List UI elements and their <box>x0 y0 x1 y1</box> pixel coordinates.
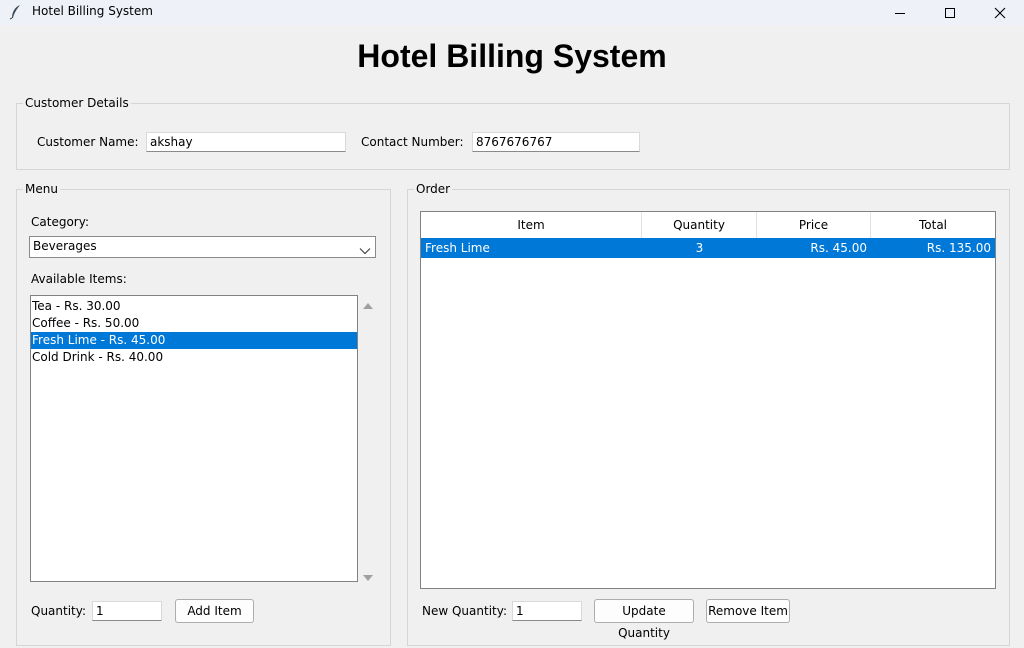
feather-icon <box>9 4 23 20</box>
column-header-quantity[interactable]: Quantity <box>642 212 757 238</box>
order-table-header: Item Quantity Price Total <box>421 212 995 238</box>
new-quantity-label: New Quantity: <box>422 604 508 618</box>
list-item[interactable]: Coffee - Rs. 50.00 <box>31 315 357 332</box>
row-price: Rs. 45.00 <box>810 241 867 255</box>
update-quantity-button[interactable]: Update Quantity <box>594 599 694 640</box>
customer-name-label: Customer Name: <box>37 135 139 149</box>
list-item-selected[interactable]: Fresh Lime - Rs. 45.00 <box>31 332 357 349</box>
maximize-button[interactable] <box>926 0 974 25</box>
window-title: Hotel Billing System <box>32 4 153 18</box>
chevron-down-icon <box>359 242 371 261</box>
scroll-up-arrow-icon[interactable] <box>362 299 374 313</box>
quantity-label: Quantity: <box>31 604 87 618</box>
new-quantity-field[interactable]: 1 <box>512 601 582 621</box>
customer-details-legend: Customer Details <box>25 96 129 110</box>
minimize-icon <box>895 12 905 14</box>
row-total: Rs. 135.00 <box>926 241 991 255</box>
contact-number-label: Contact Number: <box>361 135 464 149</box>
order-table[interactable]: Item Quantity Price Total Fresh Lime 3 R… <box>420 211 996 589</box>
maximize-icon <box>945 7 955 18</box>
category-value: Beverages <box>33 239 97 253</box>
available-items-list[interactable]: Tea - Rs. 30.00 Coffee - Rs. 50.00 Fresh… <box>30 295 358 582</box>
row-quantity: 3 <box>695 241 704 255</box>
column-header-item[interactable]: Item <box>421 212 642 238</box>
category-label: Category: <box>31 215 89 229</box>
contact-number-field[interactable]: 8767676767 <box>472 132 640 152</box>
minimize-button[interactable] <box>876 0 924 25</box>
row-item: Fresh Lime <box>425 241 490 255</box>
order-legend: Order <box>416 182 451 196</box>
table-row[interactable]: Fresh Lime 3 Rs. 45.00 Rs. 135.00 <box>421 238 995 258</box>
category-select[interactable]: Beverages <box>29 236 376 258</box>
remove-item-button[interactable]: Remove Item <box>706 599 790 623</box>
window-titlebar: Hotel Billing System <box>0 0 1024 25</box>
scroll-down-arrow-icon[interactable] <box>362 571 374 585</box>
menu-legend: Menu <box>25 182 58 196</box>
list-item[interactable]: Cold Drink - Rs. 40.00 <box>31 349 357 366</box>
customer-name-field[interactable]: akshay <box>146 132 346 152</box>
available-items-label: Available Items: <box>31 272 127 286</box>
column-header-total[interactable]: Total <box>871 212 995 238</box>
add-item-button[interactable]: Add Item <box>175 599 254 623</box>
close-icon <box>994 7 1006 18</box>
list-item[interactable]: Tea - Rs. 30.00 <box>31 298 357 315</box>
quantity-field[interactable]: 1 <box>92 601 162 621</box>
page-title: Hotel Billing System <box>357 38 667 74</box>
close-button[interactable] <box>976 0 1024 25</box>
column-header-price[interactable]: Price <box>757 212 871 238</box>
